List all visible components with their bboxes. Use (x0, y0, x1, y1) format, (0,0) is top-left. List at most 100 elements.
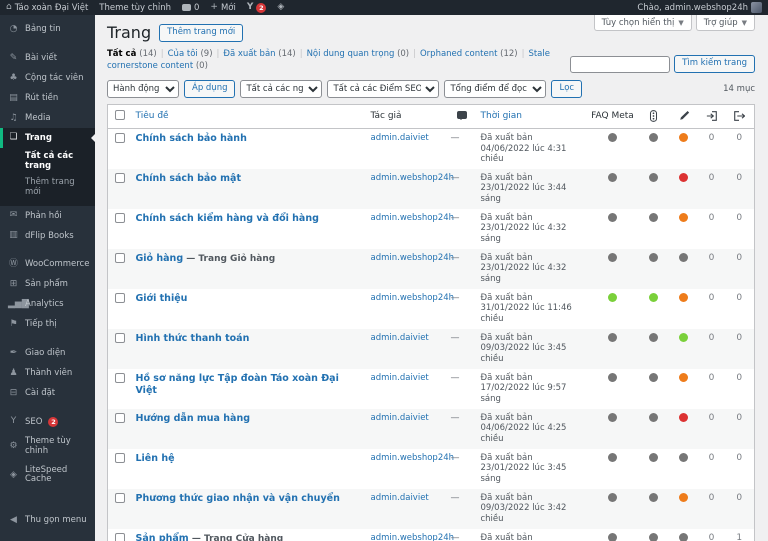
new-content-menu[interactable]: + Mới (210, 3, 235, 13)
row-title-cell: Hướng dẫn mua hàng (132, 409, 367, 449)
view-filter[interactable]: Tất cả (14) (107, 49, 157, 59)
author-link[interactable]: admin.webshop24h (371, 213, 455, 223)
author-link[interactable]: admin.webshop24h (371, 173, 455, 183)
screen-options-button[interactable]: Tùy chọn hiển thị ▼ (593, 15, 692, 31)
sidebar-item-appearance[interactable]: ✒ Giao diện (0, 344, 95, 364)
page-title-link[interactable]: Chính sách bảo hành (136, 133, 247, 144)
readability-filter-select[interactable]: Tổng điểm để đọc (444, 79, 547, 98)
sidebar-item-settings[interactable]: ⊟ Cài đặt (0, 384, 95, 404)
row-checkbox[interactable] (114, 532, 125, 541)
author-link[interactable]: admin.webshop24h (371, 293, 455, 303)
row-checkbox[interactable] (114, 372, 125, 383)
comments-column-icon (456, 110, 467, 120)
page-title-link[interactable]: Liên hệ (136, 453, 175, 464)
submenu-item[interactable]: Thêm trang mới (0, 175, 95, 201)
sidebar-item-marketing[interactable]: ⚑ Tiếp thị (0, 315, 95, 335)
author-link[interactable]: admin.webshop24h (371, 533, 455, 541)
column-date[interactable]: Thời gian (476, 104, 587, 129)
row-checkbox[interactable] (114, 292, 125, 303)
sidebar-item-dashboard[interactable]: ◔ Bảng tin (0, 20, 95, 40)
sidebar-item-collapse-menu[interactable]: ◀ Thu gọn menu (0, 511, 95, 531)
outgoing-links-cell: 0 (736, 452, 743, 463)
view-filter[interactable]: Đã xuất bản (14) (223, 49, 295, 59)
sidebar-item-dflip-books[interactable]: ▥ dFlip Books (0, 226, 95, 246)
readability-score-dot (679, 412, 688, 422)
seo-score-filter-select[interactable]: Tất cả các Điểm SEO (327, 79, 440, 98)
publish-status: Đã xuất bản (480, 332, 533, 343)
view-filters: Tất cả (14) | Của tôi (9) | Đã xuất bản (14)… (107, 49, 570, 73)
sidebar-item-woocommerce[interactable]: Ⓦ WooCommerce (0, 255, 95, 275)
row-comments-cell: — (450, 532, 460, 541)
author-link[interactable]: admin.webshop24h (371, 253, 455, 263)
sidebar-item-collaborators[interactable]: ♣ Cộng tác viên (0, 69, 95, 89)
page-title-link[interactable]: Phương thức giao nhận và vận chuyển (136, 493, 340, 504)
publish-status: Đã xuất bản (480, 252, 533, 263)
date-filter-select[interactable]: Tất cả các ngày (240, 79, 323, 98)
sidebar-item-label: SEO (25, 416, 43, 427)
sidebar-item-pages[interactable]: ❏ Trang (0, 128, 95, 149)
outgoing-links-cell: 0 (736, 492, 743, 503)
sidebar-item-posts[interactable]: ✎ Bài viết (0, 49, 95, 69)
page-title-link[interactable]: Sản phẩm (136, 533, 189, 541)
row-title-cell: Giỏ hàng — Trang Giỏ hàng (132, 249, 367, 289)
user-account-menu[interactable]: Chào, admin.webshop24h (637, 2, 762, 13)
site-menu[interactable]: ⌂ Táo xoàn Đại Việt (6, 3, 88, 13)
search-pages-button[interactable]: Tìm kiếm trang (674, 55, 755, 73)
apply-button[interactable]: Áp dụng (184, 80, 236, 98)
submenu-item[interactable]: Tất cả các trang (0, 149, 95, 175)
view-filter[interactable]: Nội dung quan trọng (0) (307, 49, 410, 59)
readability-score-dot (679, 452, 688, 462)
page-title-link[interactable]: Giới thiệu (136, 293, 188, 304)
row-checkbox[interactable] (114, 332, 125, 343)
add-new-page-button[interactable]: Thêm trang mới (159, 23, 244, 42)
litespeed-menu[interactable]: ◈ (277, 3, 284, 12)
row-checkbox[interactable] (114, 412, 125, 423)
bulk-action-select[interactable]: Hành động (107, 79, 179, 98)
page-title-link[interactable]: Chính sách bảo mật (136, 173, 242, 184)
faq-meta-cell (587, 409, 639, 449)
filter-button[interactable]: Lọc (551, 80, 583, 98)
author-link[interactable]: admin.daiviet (371, 333, 429, 343)
page-title-link[interactable]: Giỏ hàng (136, 253, 184, 264)
litespeed-cache-icon: ◈ (10, 469, 17, 480)
page-title-link[interactable]: Chính sách kiểm hàng và đổi hàng (136, 213, 319, 224)
row-checkbox[interactable] (114, 492, 125, 503)
view-filter[interactable]: Của tôi (9) (168, 49, 213, 59)
faq-meta-dot (608, 452, 617, 462)
sidebar-item-seo[interactable]: Y SEO 2 (0, 412, 95, 432)
row-checkbox[interactable] (114, 172, 125, 183)
page-title-link[interactable]: Hồ sơ năng lực Tập đoàn Táo xoàn Đại Việ… (136, 373, 339, 396)
author-link[interactable]: admin.daiviet (371, 413, 429, 423)
sidebar-item-litespeed-cache[interactable]: ◈ LiteSpeed Cache (0, 461, 95, 490)
page-title-link[interactable]: Hướng dẫn mua hàng (136, 413, 251, 424)
publish-status: Đã xuất bản (480, 412, 533, 423)
select-all-checkbox[interactable] (114, 109, 125, 120)
author-link[interactable]: admin.daiviet (371, 133, 429, 143)
row-checkbox[interactable] (114, 132, 125, 143)
author-link[interactable]: admin.webshop24h (371, 453, 455, 463)
readability-score-dot (679, 372, 688, 382)
row-comments-cell: — (450, 252, 460, 263)
sidebar-item-comments[interactable]: ✉ Phản hồi (0, 206, 95, 226)
sidebar-item-theme-customize[interactable]: ⚙ Theme tùy chỉnh (0, 432, 95, 461)
sidebar-item-withdraw[interactable]: ▤ Rút tiền (0, 89, 95, 109)
row-checkbox[interactable] (114, 452, 125, 463)
help-button[interactable]: Trợ giúp ▼ (695, 15, 755, 31)
author-link[interactable]: admin.daiviet (371, 373, 429, 383)
search-input[interactable] (570, 55, 671, 73)
yoast-menu[interactable]: Y 2 (247, 2, 267, 13)
author-link[interactable]: admin.daiviet (371, 493, 429, 503)
sidebar-item-analytics[interactable]: ▂▅▇ Analytics (0, 295, 95, 315)
sidebar-item-media[interactable]: ♫ Media (0, 109, 95, 129)
table-row: Hướng dẫn mua hàng admin.daiviet — Đã xuất … (107, 408, 755, 449)
page-title-link[interactable]: Hình thức thanh toán (136, 333, 250, 344)
row-checkbox[interactable] (114, 212, 125, 223)
sidebar-item-products[interactable]: ⊞ Sản phẩm (0, 275, 95, 295)
sidebar-item-users[interactable]: ♟ Thành viên (0, 364, 95, 384)
row-checkbox[interactable] (114, 252, 125, 263)
comments-shortcut[interactable]: 0 (181, 3, 199, 13)
customize-link[interactable]: Theme tùy chỉnh (99, 3, 171, 13)
table-row: Hình thức thanh toán admin.daiviet — Đã xuấ… (107, 328, 755, 369)
column-title[interactable]: Tiêu đề (131, 104, 367, 129)
view-filter[interactable]: Orphaned content (12) (420, 49, 518, 59)
